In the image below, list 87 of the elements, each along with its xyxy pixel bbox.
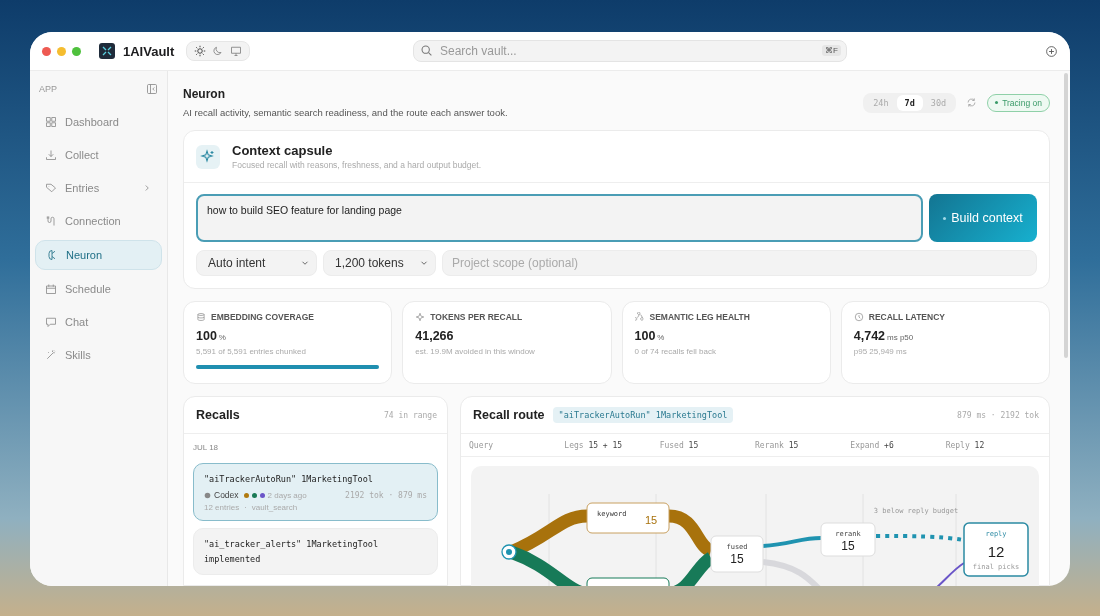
recall-item[interactable]: "aiTrackerAutoRun" 1MarketingTool Codex 2 days ago 2192 tok · 879 ms 12 entries · vault_search <box>193 463 438 522</box>
sparkle-icon <box>196 144 220 169</box>
recall-usage: 2192 tok · 879 ms <box>345 490 427 500</box>
intent-select[interactable]: Auto intent <box>196 250 317 276</box>
query-origin-icon <box>501 544 517 560</box>
brain-icon <box>46 249 58 261</box>
stat-label: SEMANTIC LEG HEALTH <box>649 312 750 322</box>
token-budget-select[interactable]: 1,200 tokens <box>323 250 436 276</box>
stat-note: p95 25,949 ms <box>853 347 908 356</box>
sidebar-item[interactable]: Neuron <box>35 240 162 270</box>
stat-label: EMBEDDING COVERAGE <box>211 312 314 322</box>
stat-value: 4,742 <box>853 329 886 343</box>
panel-title: Recall route <box>473 408 545 422</box>
calendar-icon <box>45 283 57 295</box>
stage-label: Rerank 15 <box>755 440 800 450</box>
stat-unit: ms p50 <box>887 333 914 342</box>
tags-icon <box>45 182 57 194</box>
stat-unit: % <box>218 333 226 342</box>
database-icon <box>196 312 206 322</box>
app-logo-icon <box>99 43 115 59</box>
moon-icon[interactable] <box>212 45 225 57</box>
close-window-button[interactable] <box>42 46 51 56</box>
stage-label: Reply 12 <box>945 440 986 450</box>
stat-value: 41,266 <box>415 329 454 343</box>
tool-name: vault_search <box>251 503 298 513</box>
tracing-badge[interactable]: Tracing on <box>987 93 1050 112</box>
sidebar-toggle-icon[interactable] <box>146 83 158 95</box>
refresh-icon[interactable] <box>966 97 978 108</box>
query-chip: "aiTrackerAutoRun" 1MarketingTool <box>552 407 734 423</box>
download-icon <box>45 149 57 161</box>
project-scope-field[interactable]: Project scope (optional) <box>442 250 1037 276</box>
grid-icon <box>45 116 57 128</box>
chat-icon <box>45 316 57 328</box>
date-group-label: JUL 18 <box>193 443 220 452</box>
wand-icon <box>45 349 57 361</box>
zoom-window-button[interactable] <box>72 46 81 56</box>
query-input-field[interactable]: how to build SEO feature for landing page <box>196 194 923 242</box>
recall-item[interactable]: "ai_tracker_alerts" 1MarketingTool implemented <box>193 528 438 576</box>
stat-note: est. 19.9M avoided in this window <box>415 347 536 356</box>
stage-label: Expand +6 <box>850 440 895 450</box>
capsule-title: Context capsule <box>232 143 334 158</box>
sparkle-icon <box>415 312 426 322</box>
agent-name: Codex <box>214 490 239 501</box>
stat-value: 100 <box>196 329 217 343</box>
clock-icon <box>853 312 864 322</box>
search-icon <box>420 44 433 57</box>
sidebar-item[interactable]: Entries <box>35 174 162 202</box>
sidebar-item[interactable]: Skills <box>35 341 162 369</box>
plug-icon <box>45 215 57 227</box>
sidebar-section-label: APP <box>39 84 57 94</box>
entry-count: 12 entries <box>204 503 240 513</box>
stat-note: 0 of 74 recalls fell back <box>634 347 717 356</box>
minimize-window-button[interactable] <box>57 46 66 56</box>
stage-label: Fused 15 <box>659 440 700 450</box>
sidebar-item[interactable]: Dashboard <box>35 108 162 136</box>
add-icon[interactable] <box>1045 44 1058 58</box>
nodes-icon <box>634 312 645 322</box>
stat-unit: % <box>657 333 665 342</box>
stat-label: TOKENS PER RECALL <box>430 312 523 322</box>
monitor-icon[interactable] <box>230 45 243 57</box>
route-summary: 879 ms · 2192 tok <box>957 410 1039 420</box>
recall-count: 74 in range <box>384 410 437 420</box>
stage-label: Legs 15 + 15 <box>564 440 624 450</box>
scrollbar[interactable] <box>1064 73 1068 358</box>
build-context-button[interactable]: Build context <box>929 194 1037 242</box>
separator-dot: · <box>244 503 247 513</box>
stat-note: 5,591 of 5,591 entries chunked <box>196 347 307 356</box>
sun-icon[interactable] <box>194 45 207 57</box>
range-tab[interactable]: 7d <box>896 94 923 111</box>
capsule-subtitle: Focused recall with reasons, freshness, and a hard output budget. <box>232 160 481 170</box>
sidebar-item[interactable]: Connection <box>35 207 162 235</box>
recall-title: "aiTrackerAutoRun" 1MarketingTool <box>204 473 374 486</box>
sidebar-item[interactable]: Chat <box>35 308 162 336</box>
sidebar-item[interactable]: Collect <box>35 141 162 169</box>
panel-title: Recalls <box>196 408 240 422</box>
page-subtitle: AI recall activity, semantic search readiness, and the route each answer took. <box>183 107 509 118</box>
stat-value: 100 <box>634 329 656 343</box>
recall-title: "ai_tracker_alerts" 1MarketingTool implemented <box>204 538 379 566</box>
recall-time: 2 days ago <box>267 490 307 500</box>
stat-label: RECALL LATENCY <box>868 312 945 322</box>
agent-icon <box>204 491 211 499</box>
app-name: 1AIVault <box>123 43 175 59</box>
shortcut-hint: ⌘F <box>822 45 841 56</box>
sidebar-item[interactable]: Schedule <box>35 275 162 303</box>
page-title: Neuron <box>183 87 226 101</box>
rerank-flow <box>762 536 822 548</box>
stage-label: Query <box>469 440 495 450</box>
